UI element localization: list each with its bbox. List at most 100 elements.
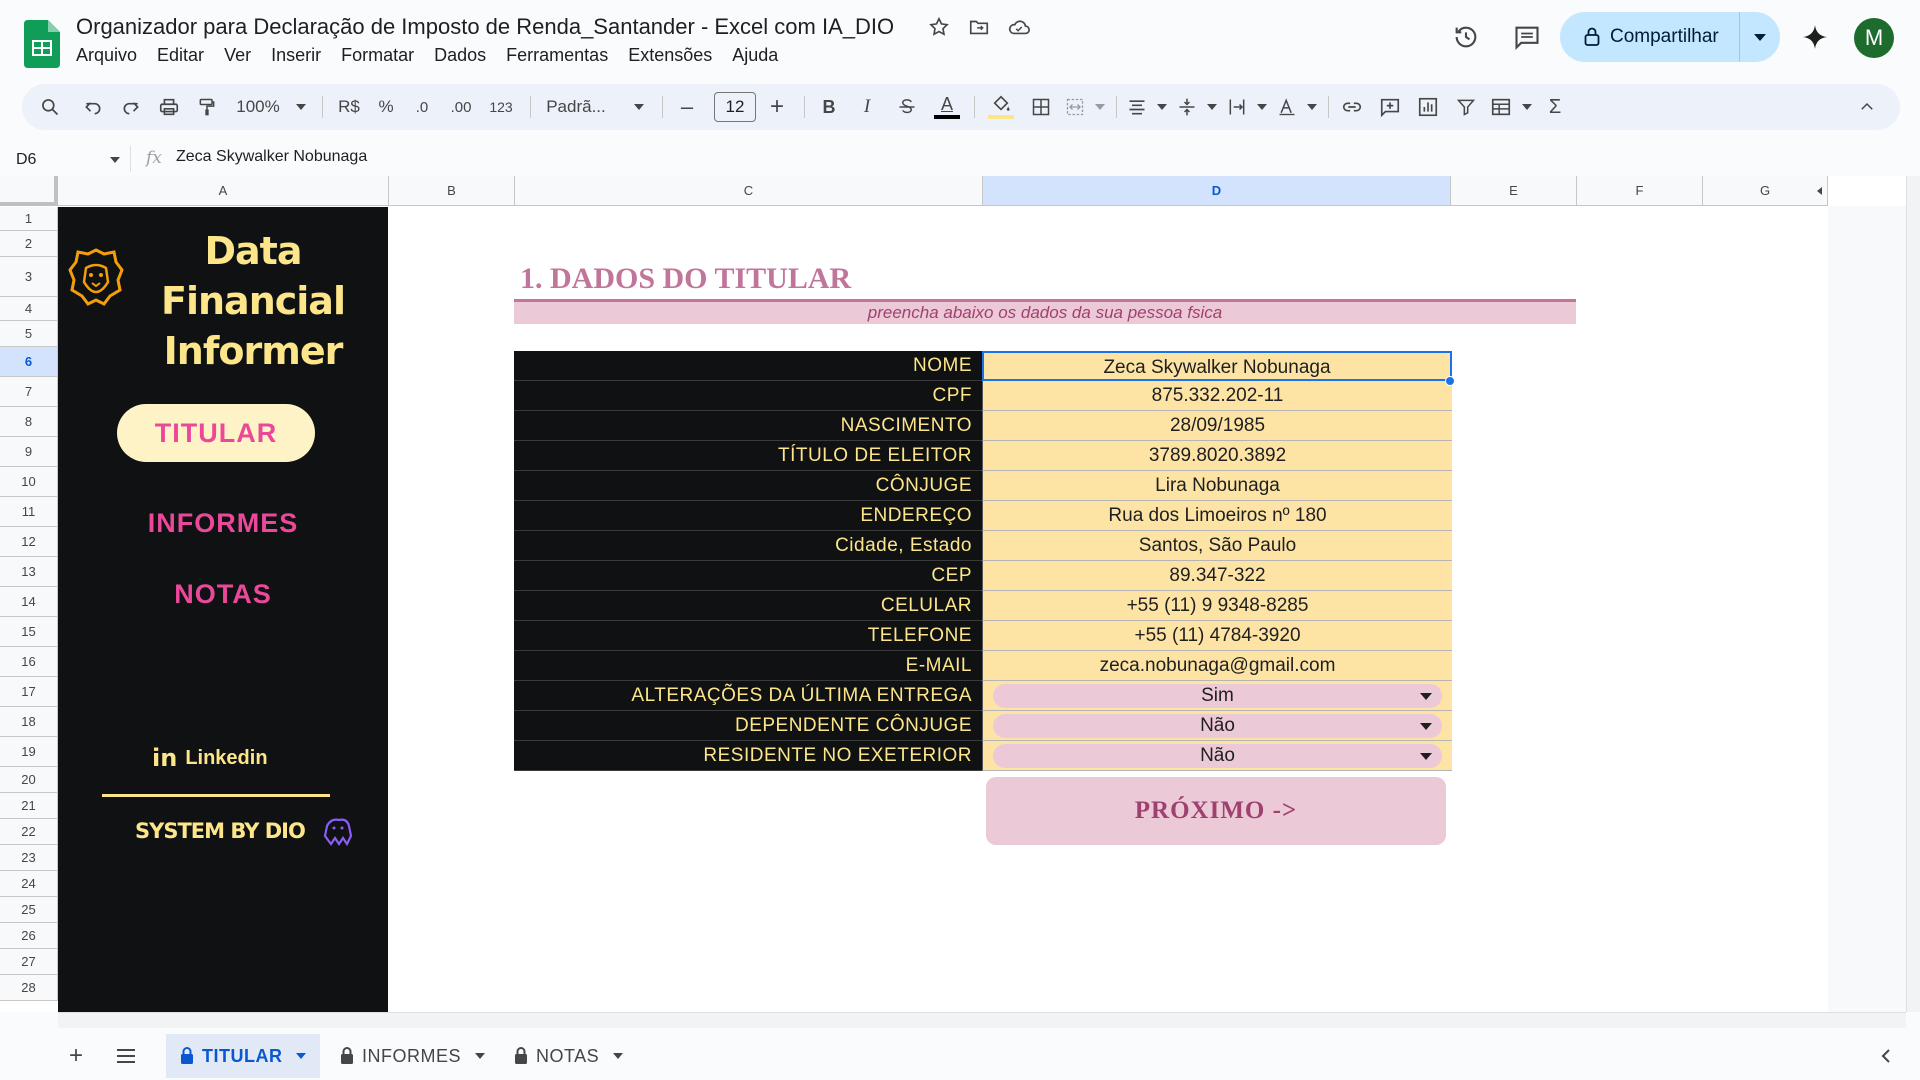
- percent-format-button[interactable]: %: [372, 84, 400, 130]
- linkedin-link[interactable]: in Linkedin: [152, 744, 268, 772]
- formula-input[interactable]: Zeca Skywalker Nobunaga: [176, 148, 367, 166]
- dropdown-cell[interactable]: Não: [982, 741, 1452, 771]
- increase-decimal-button[interactable]: .00: [444, 84, 478, 130]
- select-all-corner[interactable]: [0, 176, 58, 206]
- name-box[interactable]: D6: [16, 148, 120, 172]
- menu-formatar[interactable]: Formatar: [341, 45, 414, 66]
- sheet-tab-notas[interactable]: NOTAS: [500, 1034, 637, 1078]
- row-header[interactable]: 22: [0, 819, 58, 845]
- avatar[interactable]: M: [1854, 18, 1894, 58]
- cloud-icon[interactable]: [1006, 14, 1032, 40]
- field-value-cell[interactable]: 3789.8020.3892: [982, 441, 1452, 471]
- row-header[interactable]: 5: [0, 321, 58, 347]
- zoom-select[interactable]: 100%: [232, 84, 310, 130]
- table-icon[interactable]: [1488, 84, 1534, 130]
- menu-dados[interactable]: Dados: [434, 45, 486, 66]
- add-comment-icon[interactable]: [1374, 84, 1406, 130]
- increase-font-size-icon[interactable]: +: [762, 84, 792, 130]
- row-header[interactable]: 6: [0, 347, 58, 377]
- row-header[interactable]: 3: [0, 257, 58, 297]
- row-header[interactable]: 7: [0, 377, 58, 407]
- text-color-button[interactable]: A: [930, 84, 964, 130]
- gemini-icon[interactable]: [1795, 17, 1835, 57]
- row-header[interactable]: 2: [0, 231, 58, 257]
- chevron-down-icon[interactable]: [1420, 693, 1432, 700]
- dropdown-chip[interactable]: Não: [993, 714, 1442, 738]
- menu-arquivo[interactable]: Arquivo: [76, 45, 137, 66]
- field-value-cell[interactable]: zeca.nobunaga@gmail.com: [982, 651, 1452, 681]
- field-value-cell[interactable]: +55 (11) 4784-3920: [982, 621, 1452, 651]
- selection-fill-handle[interactable]: [1445, 376, 1455, 386]
- filter-icon[interactable]: [1450, 84, 1482, 130]
- nav-informes-link[interactable]: INFORMES: [58, 508, 388, 539]
- link-icon[interactable]: [1336, 84, 1368, 130]
- dropdown-chip[interactable]: Não: [993, 744, 1442, 768]
- paint-format-icon[interactable]: [192, 84, 222, 130]
- dropdown-chip[interactable]: Sim: [993, 684, 1442, 708]
- scroll-left-icon[interactable]: [1817, 187, 1822, 195]
- collapse-icon[interactable]: [1852, 84, 1882, 130]
- valign-icon[interactable]: [1174, 84, 1220, 130]
- sheet-tab-titular[interactable]: TITULAR: [166, 1034, 321, 1078]
- fill-color-icon[interactable]: [984, 84, 1018, 130]
- row-header[interactable]: 10: [0, 467, 58, 497]
- column-header-g[interactable]: G: [1703, 176, 1828, 206]
- document-title[interactable]: Organizador para Declaração de Imposto d…: [76, 14, 894, 40]
- field-value-cell[interactable]: 89.347-322: [982, 561, 1452, 591]
- font-select[interactable]: Padrã...: [540, 84, 650, 130]
- wrap-icon[interactable]: [1224, 84, 1270, 130]
- column-header-f[interactable]: F: [1577, 176, 1703, 206]
- field-value-cell[interactable]: Rua dos Limoeiros nº 180: [982, 501, 1452, 531]
- row-header[interactable]: 24: [0, 871, 58, 897]
- row-header[interactable]: 17: [0, 677, 58, 707]
- chart-icon[interactable]: [1412, 84, 1444, 130]
- column-header-b[interactable]: B: [389, 176, 515, 206]
- row-header[interactable]: 9: [0, 437, 58, 467]
- row-header[interactable]: 27: [0, 949, 58, 975]
- field-value-cell[interactable]: Zeca Skywalker Nobunaga: [982, 351, 1452, 381]
- print-icon[interactable]: [154, 84, 184, 130]
- menu-ferramentas[interactable]: Ferramentas: [506, 45, 608, 66]
- menu-ver[interactable]: Ver: [224, 45, 251, 66]
- chevron-down-icon[interactable]: [1420, 753, 1432, 760]
- sheets-scroll-left-icon[interactable]: [1868, 1038, 1904, 1074]
- search-icon[interactable]: [34, 84, 66, 130]
- italic-button[interactable]: I: [852, 84, 882, 130]
- row-header[interactable]: 11: [0, 497, 58, 527]
- add-sheet-icon[interactable]: +: [58, 1038, 94, 1074]
- column-header-d[interactable]: D: [983, 176, 1451, 206]
- merge-icon[interactable]: [1062, 84, 1108, 130]
- row-header[interactable]: 14: [0, 587, 58, 617]
- menu-inserir[interactable]: Inserir: [271, 45, 321, 66]
- rotate-icon[interactable]: [1274, 84, 1320, 130]
- field-value-cell[interactable]: 875.332.202-11: [982, 381, 1452, 411]
- horizontal-scrollbar[interactable]: [58, 1012, 1906, 1028]
- row-header[interactable]: 8: [0, 407, 58, 437]
- redo-icon[interactable]: [116, 84, 146, 130]
- font-size-input[interactable]: 12: [714, 92, 756, 122]
- sheets-logo-icon[interactable]: [24, 20, 60, 68]
- sheet-tab-informes[interactable]: INFORMES: [326, 1034, 499, 1078]
- menu-editar[interactable]: Editar: [157, 45, 204, 66]
- nav-notas-link[interactable]: NOTAS: [58, 579, 388, 610]
- row-header[interactable]: 4: [0, 297, 58, 321]
- vertical-scrollbar[interactable]: [1906, 176, 1920, 1012]
- row-header[interactable]: 20: [0, 767, 58, 793]
- share-button[interactable]: Compartilhar: [1560, 12, 1780, 62]
- field-value-cell[interactable]: 28/09/1985: [982, 411, 1452, 441]
- menu-ajuda[interactable]: Ajuda: [732, 45, 778, 66]
- star-icon[interactable]: [926, 14, 952, 40]
- row-header[interactable]: 23: [0, 845, 58, 871]
- share-options-button[interactable]: [1740, 12, 1780, 62]
- functions-button[interactable]: Σ: [1540, 84, 1570, 130]
- dropdown-cell[interactable]: Não: [982, 711, 1452, 741]
- row-header[interactable]: 15: [0, 617, 58, 647]
- row-header[interactable]: 13: [0, 557, 58, 587]
- decrease-decimal-button[interactable]: .0: [406, 84, 438, 130]
- row-header[interactable]: 28: [0, 975, 58, 1001]
- borders-icon[interactable]: [1026, 84, 1056, 130]
- column-header-e[interactable]: E: [1451, 176, 1577, 206]
- row-header[interactable]: 12: [0, 527, 58, 557]
- nav-titular-button[interactable]: TITULAR: [117, 404, 315, 462]
- row-header[interactable]: 25: [0, 897, 58, 923]
